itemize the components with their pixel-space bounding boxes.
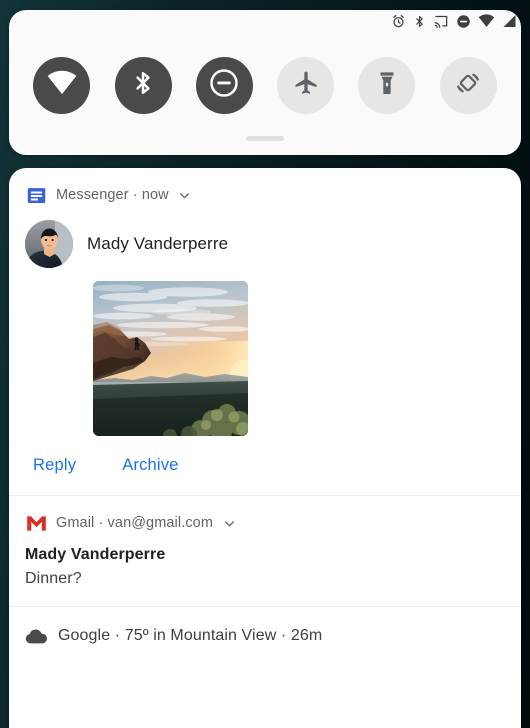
do-not-disturb-icon <box>456 14 471 29</box>
quick-settings-drag-handle[interactable] <box>246 136 284 141</box>
wifi-icon <box>478 14 495 28</box>
airplane-icon <box>292 69 320 102</box>
gmail-header-text: Gmail · van@gmail.com <box>56 515 214 531</box>
bluetooth-icon <box>413 14 426 29</box>
google-header-text: Google · 75º in Mountain View · 26m <box>58 627 323 644</box>
reply-action[interactable]: Reply <box>33 456 76 475</box>
chevron-down-icon[interactable] <box>222 516 236 530</box>
attached-photo[interactable] <box>93 281 248 436</box>
auto-rotate-icon <box>454 69 482 102</box>
chevron-down-icon[interactable] <box>178 188 192 202</box>
google-notification-header[interactable]: Google · 75º in Mountain View · 26m <box>9 607 521 667</box>
cast-icon <box>433 14 449 29</box>
gmail-sender: Mady Vanderperre <box>25 546 166 563</box>
messenger-icon <box>25 184 47 206</box>
messenger-image-wrap <box>9 268 521 436</box>
notification-gmail[interactable]: Gmail · van@gmail.com Mady Vanderperre D… <box>9 496 521 606</box>
do-not-disturb-tile[interactable] <box>195 57 253 114</box>
messenger-sender-row: Mady Vanderperre <box>9 206 521 268</box>
do-not-disturb-icon <box>209 68 239 103</box>
sender-name: Mady Vanderperre <box>87 234 229 253</box>
notification-messenger[interactable]: Messenger · now Mady Vanderperre Reply A… <box>9 168 521 495</box>
status-bar <box>0 0 530 42</box>
cloud-icon <box>25 625 47 647</box>
avatar <box>25 220 73 268</box>
notification-google[interactable]: Google · 75º in Mountain View · 26m <box>9 607 521 667</box>
messenger-notification-header[interactable]: Messenger · now <box>9 168 521 206</box>
messenger-actions: Reply Archive <box>9 436 521 495</box>
cell-signal-icon <box>502 14 517 28</box>
auto-rotate-tile[interactable] <box>439 57 497 114</box>
wifi-tile[interactable] <box>33 57 91 114</box>
gmail-notification-header[interactable]: Gmail · van@gmail.com <box>9 496 521 534</box>
wifi-icon <box>46 70 78 101</box>
quick-settings-tiles <box>9 57 521 114</box>
archive-action[interactable]: Archive <box>122 456 178 475</box>
bluetooth-icon <box>130 68 156 103</box>
flashlight-tile[interactable] <box>358 57 416 114</box>
flashlight-icon <box>374 69 400 102</box>
gmail-icon <box>25 512 47 534</box>
messenger-header-text: Messenger · now <box>56 187 169 203</box>
gmail-subject: Dinner? <box>25 570 82 587</box>
airplane-mode-tile[interactable] <box>277 57 335 114</box>
alarm-icon <box>391 14 406 29</box>
gmail-notification-body: Mady Vanderperre Dinner? <box>9 534 521 606</box>
notification-shade: Messenger · now Mady Vanderperre Reply A… <box>9 168 521 728</box>
bluetooth-tile[interactable] <box>114 57 172 114</box>
